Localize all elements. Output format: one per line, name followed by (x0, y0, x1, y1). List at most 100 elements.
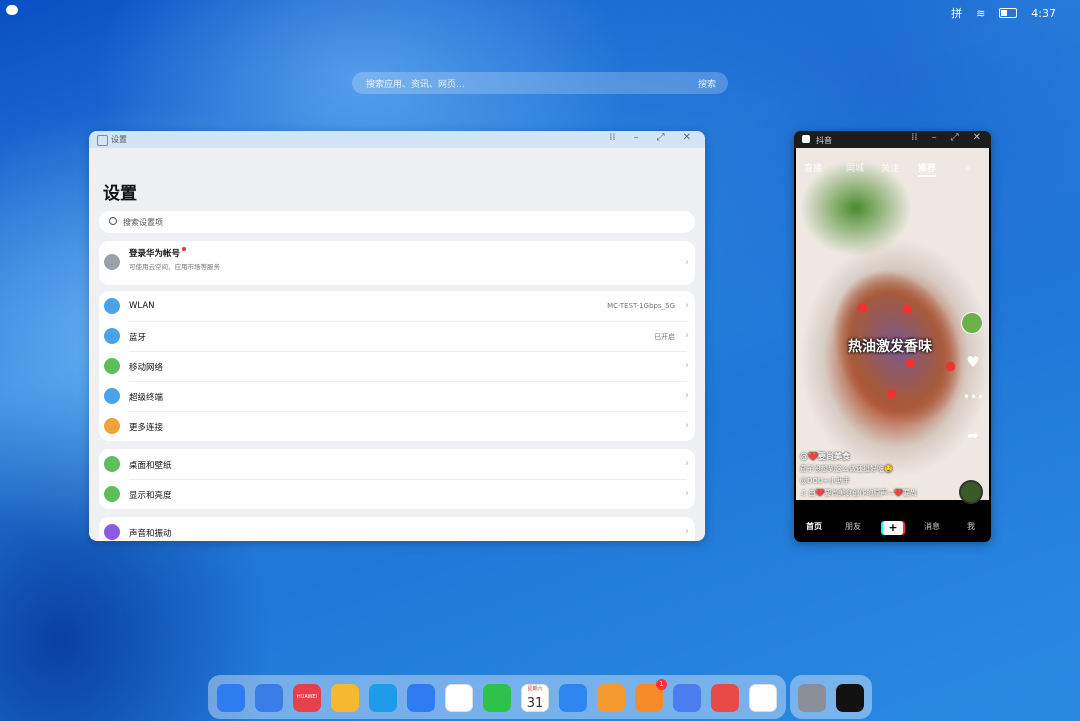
video-caption: 热油激发香味 (848, 339, 932, 355)
browser-icon[interactable] (369, 684, 397, 712)
books-icon[interactable] (711, 684, 739, 712)
email-icon[interactable] (407, 684, 435, 712)
settings-item-value: 已开启 (654, 333, 675, 341)
network-item-icon (104, 358, 120, 374)
chevron-right-icon: › (685, 488, 689, 499)
settings-titlebar[interactable]: 设置 ⁞⁞ – ⤢ ✕ (89, 131, 705, 148)
settings-window: 设置 ⁞⁞ – ⤢ ✕ 设置 搜索设置项 登录华为帐号 可使用云空间、应用市场等… (89, 131, 705, 541)
settings-item-network-4[interactable]: 更多连接 › (99, 411, 695, 441)
account-subtitle: 可使用云空间、应用市场等服务 (129, 263, 220, 271)
douyin-titlebar[interactable]: 抖音 ⁞⁞ – ⤢ ✕ (794, 131, 991, 148)
network-item-icon (104, 328, 120, 344)
maximize-button[interactable]: ⤢ (951, 132, 959, 143)
chevron-right-icon: › (685, 257, 689, 268)
douyin-logo-icon (802, 135, 810, 143)
clock: 4:37 (1031, 6, 1056, 20)
close-button[interactable]: ✕ (973, 132, 981, 143)
settings-recent-icon[interactable] (798, 684, 826, 712)
display-item-icon (104, 456, 120, 472)
contacts-icon[interactable] (559, 684, 587, 712)
gallery-icon[interactable] (445, 684, 473, 712)
video-author[interactable]: @❤️要尚美食 (800, 451, 917, 463)
huawei-appgallery-icon[interactable]: HUAWEI (293, 684, 321, 712)
recent-apps-dock (790, 675, 872, 719)
music-icon[interactable] (673, 684, 701, 712)
chevron-right-icon: › (685, 330, 689, 341)
music-disc-icon[interactable] (959, 480, 983, 504)
chevron-right-icon: › (685, 420, 689, 431)
desktop-search-input[interactable]: 搜索应用、资讯、网页... (366, 77, 465, 90)
desktop-search-button[interactable]: 搜索 (698, 77, 716, 90)
docs-viewer-icon[interactable] (597, 684, 625, 712)
video-mention[interactable]: @DOU+小助手 (800, 475, 917, 487)
search-icon (109, 217, 117, 225)
network-item-icon (104, 418, 120, 434)
settings-item-label: WLAN (129, 301, 155, 311)
video-music[interactable]: ♫ 由❤️要尚美食创作的原声—❤️要尚 (800, 487, 917, 499)
sound-card: 声音和振动 › (99, 517, 695, 541)
desktop-search-bar[interactable]: 搜索应用、资讯、网页... 搜索 (352, 72, 728, 94)
settings-app-icon (97, 135, 108, 146)
desktop: { "status_bar": { "time": "4:37", "input… (0, 0, 1080, 721)
wps-office-icon[interactable] (749, 684, 777, 712)
settings-item-label: 声音和振动 (129, 529, 172, 539)
network-item-icon (104, 298, 120, 314)
like-icon[interactable]: ♥ (963, 353, 983, 373)
tab-live[interactable]: 直播 (804, 161, 822, 174)
battery-icon (999, 8, 1018, 18)
files-icon[interactable] (331, 684, 359, 712)
settings-item-label: 显示和亮度 (129, 491, 172, 501)
split-window-icon[interactable]: ⁞⁞ (911, 132, 917, 143)
notification-dot (182, 247, 187, 251)
avatar-icon (104, 254, 120, 270)
account-card[interactable]: 登录华为帐号 可使用云空间、应用市场等服务 › (99, 241, 695, 285)
create-post-button[interactable]: + (883, 521, 903, 535)
app-logo-text: HUAWEI (296, 694, 318, 700)
dock: HUAWEI 星期六 31 1 (208, 675, 786, 719)
douyin-window: 抖音 ⁞⁞ – ⤢ ✕ 直播 同城 关注 推荐 ⌕ 热油激发香味 ♥ ••• ➦… (794, 131, 991, 542)
settings-item-display-0[interactable]: 桌面和壁纸 › (99, 449, 695, 479)
settings-item-network-2[interactable]: 移动网络 › (99, 351, 695, 381)
nav-me[interactable]: 我 (967, 521, 975, 532)
tab-recommend[interactable]: 推荐 (918, 161, 937, 177)
calendar-day: 31 (526, 696, 544, 711)
video-icon[interactable]: 1 (635, 679, 667, 712)
message-icon[interactable] (6, 5, 18, 15)
search-icon[interactable]: ⌕ (965, 161, 971, 175)
douyin-bottom-nav: 首页 朋友 + 消息 我 (794, 509, 991, 542)
messages-icon[interactable] (483, 684, 511, 712)
minimize-button[interactable]: – (634, 132, 639, 143)
tab-following[interactable]: 关注 (881, 161, 899, 174)
calendar-icon[interactable]: 星期六 31 (521, 684, 549, 712)
settings-item-network-0[interactable]: WLAN MC-TEST-1Gbps_5G › (99, 291, 695, 321)
app-grid-icon[interactable] (217, 684, 245, 712)
settings-search-input[interactable]: 搜索设置项 (99, 211, 695, 233)
nav-friends[interactable]: 朋友 (845, 521, 861, 532)
settings-item-label: 移动网络 (129, 363, 164, 373)
settings-item-network-1[interactable]: 蓝牙 已开启 › (99, 321, 695, 351)
author-avatar[interactable] (961, 312, 983, 334)
minimize-button[interactable]: – (932, 132, 937, 143)
calendar-weekday: 星期六 (527, 686, 543, 692)
multi-window-icon[interactable] (255, 684, 283, 712)
maximize-button[interactable]: ⤢ (657, 132, 665, 143)
douyin-recent-icon[interactable] (836, 684, 864, 712)
nav-home[interactable]: 首页 (806, 521, 822, 532)
video-description: 茄子没想到这么做还挺好吃🤤 (800, 465, 893, 473)
page-title: 设置 (103, 184, 137, 204)
settings-item-display-1[interactable]: 显示和亮度 › (99, 479, 695, 509)
display-card: 桌面和壁纸 › 显示和亮度 › (99, 449, 695, 509)
tab-nearby[interactable]: 同城 (846, 161, 864, 174)
comment-icon[interactable]: ••• (963, 390, 984, 410)
sound-icon (104, 524, 120, 540)
share-icon[interactable]: ➦ (963, 428, 983, 448)
account-title: 登录华为帐号 (129, 249, 181, 259)
nav-messages[interactable]: 消息 (924, 521, 940, 532)
input-method-indicator: 拼 (951, 7, 963, 20)
settings-item-label: 更多连接 (129, 423, 164, 433)
close-button[interactable]: ✕ (683, 132, 691, 143)
settings-item-sound[interactable]: 声音和振动 › (99, 517, 695, 541)
chevron-right-icon: › (685, 458, 689, 469)
split-window-icon[interactable]: ⁞⁞ (609, 132, 615, 143)
settings-item-network-3[interactable]: 超级终端 › (99, 381, 695, 411)
